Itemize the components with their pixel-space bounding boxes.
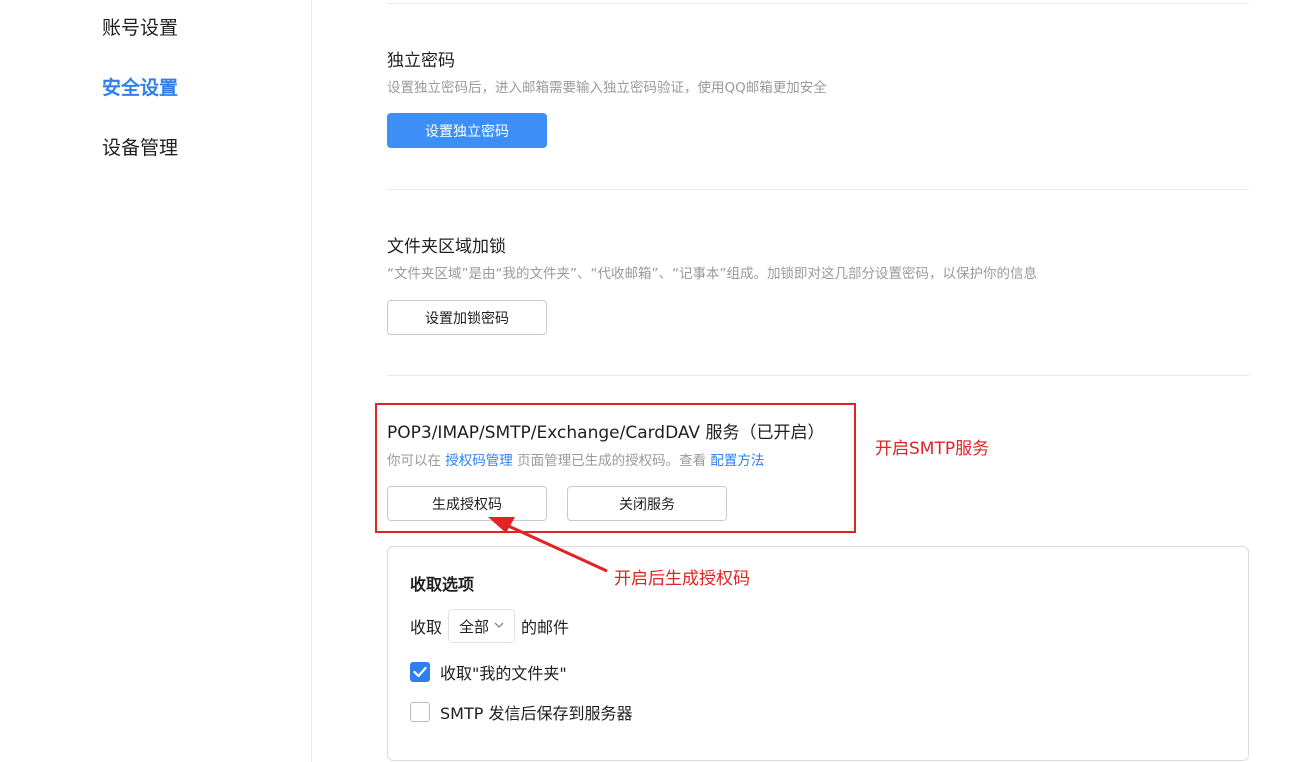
fetch-options-title: 收取选项: [410, 575, 475, 594]
sidebar-item-account-settings[interactable]: 账号设置: [102, 13, 178, 40]
fetch-my-folder-label: 收取"我的文件夹": [440, 664, 567, 683]
fetch-scope-select[interactable]: 全部: [448, 609, 516, 643]
section-divider: [387, 3, 1249, 4]
set-lock-password-button[interactable]: 设置加锁密码: [387, 300, 547, 335]
independent-password-title: 独立密码: [387, 51, 455, 71]
sidebar-item-device-management[interactable]: 设备管理: [102, 133, 178, 160]
section-divider: [387, 189, 1249, 190]
fetch-my-folder-option[interactable]: 收取"我的文件夹": [410, 660, 567, 684]
independent-password-desc: 设置独立密码后，进入邮箱需要输入独立密码验证，使用QQ邮箱更加安全: [387, 80, 827, 96]
fetch-scope-row: 收取 全部 的邮件: [410, 609, 569, 643]
smtp-save-label: SMTP 发信后保存到服务器: [440, 704, 633, 723]
set-independent-password-button[interactable]: 设置独立密码: [387, 113, 547, 148]
checkbox-checked-icon[interactable]: [410, 662, 430, 682]
sidebar-item-security-settings[interactable]: 安全设置: [102, 73, 178, 100]
folder-lock-desc: “文件夹区域”是由“我的文件夹”、“代收邮箱”、“记事本”组成。加锁即对这几部分…: [387, 266, 1037, 282]
fetch-row-suffix: 的邮件: [521, 618, 570, 637]
smtp-save-to-server-option[interactable]: SMTP 发信后保存到服务器: [410, 700, 632, 724]
main-content: 独立密码 设置独立密码后，进入邮箱需要输入独立密码验证，使用QQ邮箱更加安全 设…: [312, 0, 1303, 762]
sidebar: 账号设置 安全设置 设备管理: [0, 0, 312, 762]
fetch-options-panel: 收取选项 收取 全部 的邮件 收取"我的文件夹" SMTP 发信后保存到服务器: [387, 546, 1249, 761]
chevron-down-icon: [494, 621, 504, 632]
checkbox-unchecked-icon[interactable]: [410, 702, 430, 722]
fetch-scope-value: 全部: [459, 617, 490, 636]
annotation-smtp-note: 开启SMTP服务: [875, 439, 990, 459]
section-divider: [387, 375, 1249, 376]
fetch-row-prefix: 收取: [410, 618, 443, 637]
annotation-highlight-box: [375, 403, 856, 533]
folder-lock-title: 文件夹区域加锁: [387, 237, 506, 257]
